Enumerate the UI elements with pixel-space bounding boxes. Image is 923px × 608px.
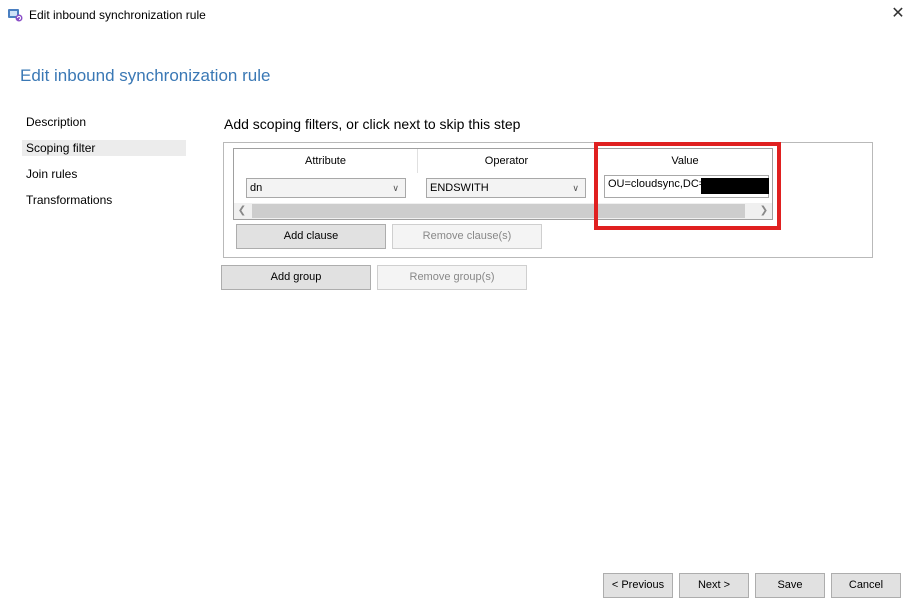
operator-select[interactable]: ENDSWITH ∨ <box>426 178 586 198</box>
close-icon[interactable]: ✕ <box>883 2 913 26</box>
chevron-down-icon: ∨ <box>572 183 579 193</box>
next-button[interactable]: Next > <box>679 573 749 598</box>
window-title: Edit inbound synchronization rule <box>29 8 206 22</box>
attribute-value: dn <box>250 182 263 194</box>
operator-value: ENDSWITH <box>430 182 489 194</box>
nav-item-transformations[interactable]: Transformations <box>22 192 186 208</box>
nav-item-description[interactable]: Description <box>22 114 186 130</box>
nav-item-join-rules[interactable]: Join rules <box>22 166 186 182</box>
title-bar: Edit inbound synchronization rule ✕ <box>0 0 923 30</box>
add-group-button[interactable]: Add group <box>221 265 371 290</box>
nav-item-scoping-filter[interactable]: Scoping filter <box>22 140 186 156</box>
add-clause-button[interactable]: Add clause <box>236 224 386 249</box>
page-title: Edit inbound synchronization rule <box>20 66 271 85</box>
sync-app-icon <box>8 9 23 22</box>
chevron-down-icon: ∨ <box>392 183 399 193</box>
remove-clause-button[interactable]: Remove clause(s) <box>392 224 542 249</box>
value-highlight-box <box>594 142 781 230</box>
attribute-select[interactable]: dn ∨ <box>246 178 406 198</box>
cancel-button[interactable]: Cancel <box>831 573 901 598</box>
column-header-attribute: Attribute <box>234 149 418 173</box>
save-button[interactable]: Save <box>755 573 825 598</box>
previous-button[interactable]: < Previous <box>603 573 673 598</box>
column-header-operator: Operator <box>418 149 596 173</box>
remove-group-button[interactable]: Remove group(s) <box>377 265 527 290</box>
section-title: Add scoping filters, or click next to sk… <box>224 116 521 132</box>
scroll-left-icon[interactable]: ❮ <box>234 203 250 219</box>
